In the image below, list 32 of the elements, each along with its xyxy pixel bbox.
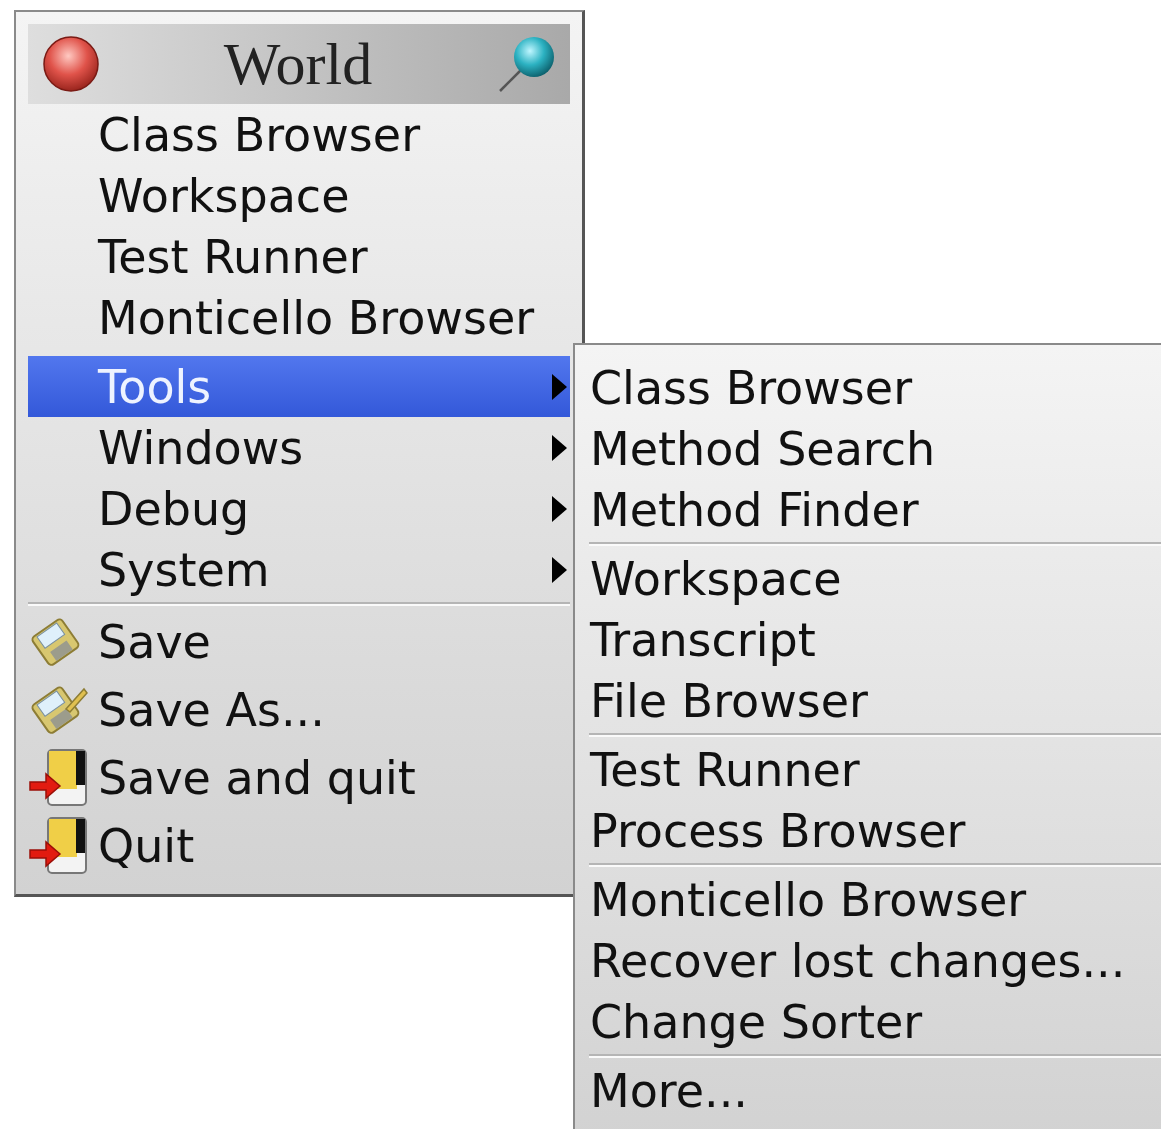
exit-door-icon xyxy=(28,815,90,877)
menu-item[interactable]: Test Runner xyxy=(28,226,570,287)
menu-item[interactable]: Windows xyxy=(28,417,570,478)
menu-item[interactable]: Method Search xyxy=(575,418,1161,479)
menu-title: World xyxy=(223,30,373,99)
menu-item[interactable]: File Browser xyxy=(575,670,1161,731)
menu-item[interactable]: Debug xyxy=(28,478,570,539)
menu-item[interactable]: System xyxy=(28,539,570,600)
menu-item[interactable]: Change Sorter xyxy=(575,991,1161,1052)
submenu-arrow-icon xyxy=(550,433,568,462)
close-icon[interactable] xyxy=(42,35,100,93)
submenu-arrow-icon xyxy=(550,555,568,584)
menu-item[interactable]: Class Browser xyxy=(575,357,1161,418)
menu-item[interactable]: Tools xyxy=(28,356,570,417)
menu-item[interactable]: Method Finder xyxy=(575,479,1161,540)
submenu-arrow-icon xyxy=(550,372,568,401)
menu-item[interactable]: Quit xyxy=(28,812,570,880)
menu-item[interactable]: Workspace xyxy=(28,165,570,226)
menu-item[interactable]: Process Browser xyxy=(575,800,1161,861)
exit-door-icon xyxy=(28,747,90,809)
menu-item[interactable]: Transcript xyxy=(575,609,1161,670)
menu-item[interactable]: Class Browser xyxy=(28,104,570,165)
menu-item[interactable]: Recover lost changes... xyxy=(575,930,1161,991)
menu-item[interactable]: Monticello Browser xyxy=(28,287,570,348)
menu-item[interactable]: Save and quit xyxy=(28,744,570,812)
menu-item[interactable]: Workspace xyxy=(575,548,1161,609)
menu-item[interactable]: Save xyxy=(28,608,570,676)
menu-item[interactable]: Save As... xyxy=(28,676,570,744)
menu-item[interactable]: Test Runner xyxy=(575,739,1161,800)
menu-item[interactable]: Monticello Browser xyxy=(575,869,1161,930)
submenu-arrow-icon xyxy=(550,494,568,523)
menu-item[interactable]: More... xyxy=(575,1060,1161,1121)
